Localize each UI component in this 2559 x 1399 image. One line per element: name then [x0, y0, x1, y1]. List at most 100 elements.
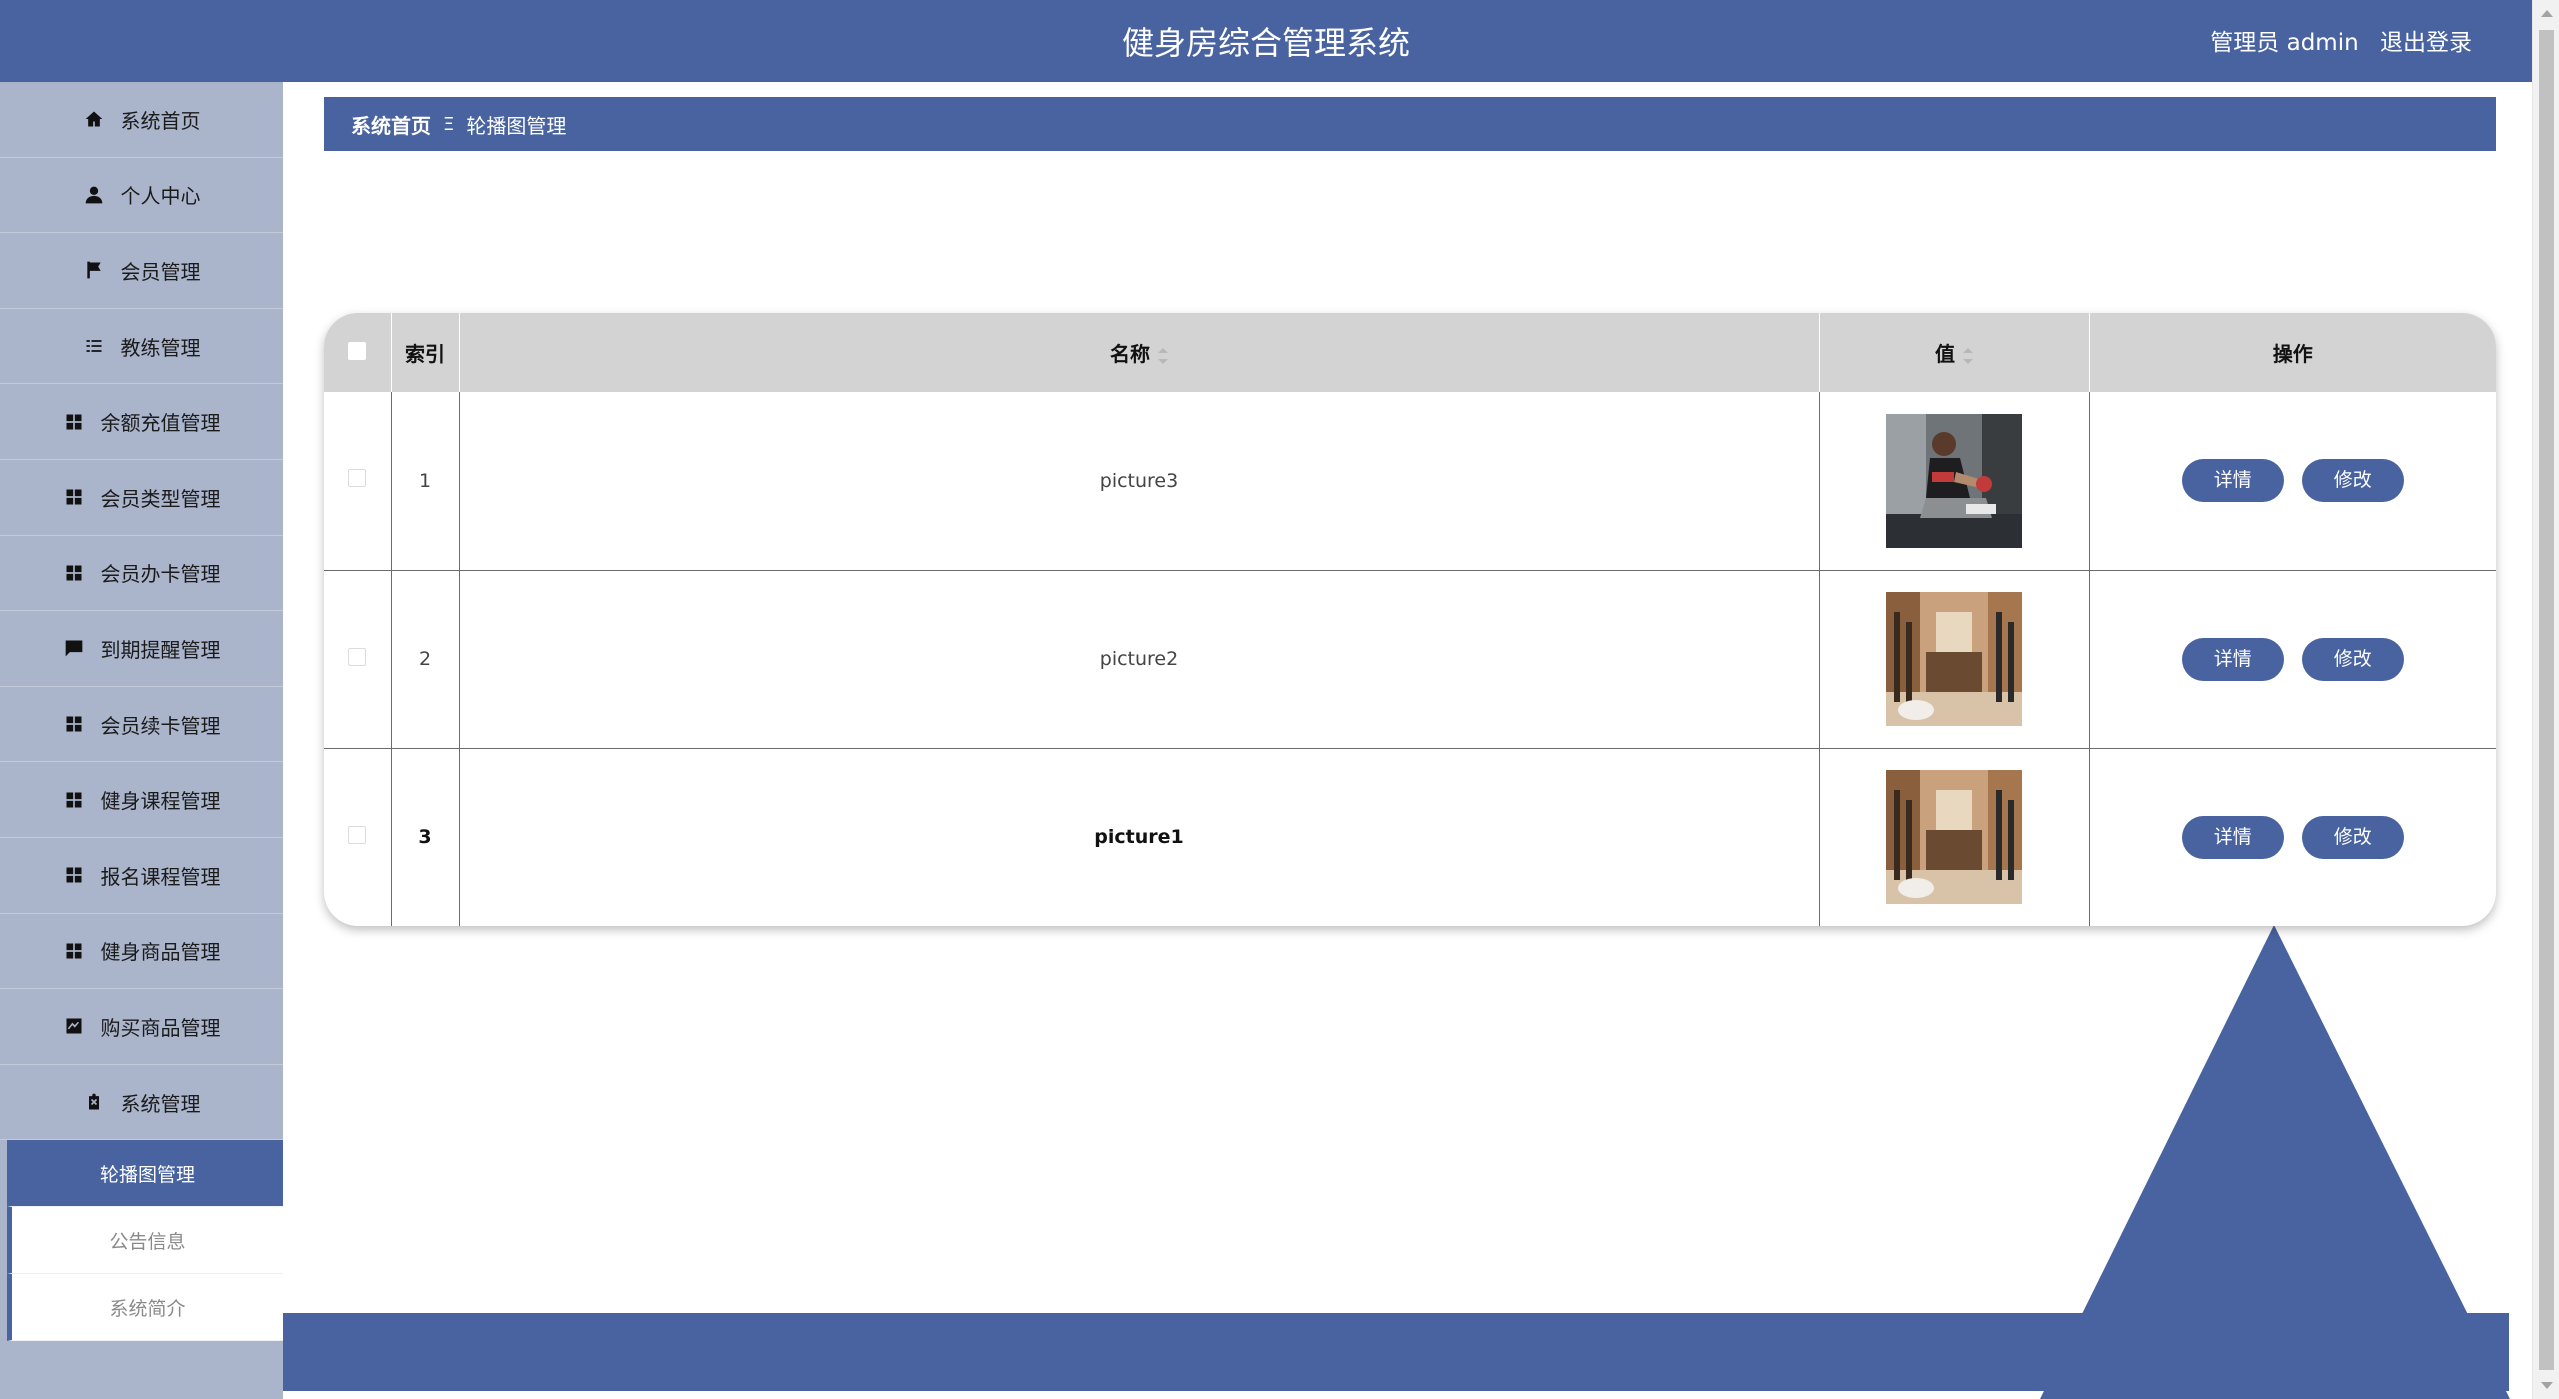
sidebar-item-course-enrollment[interactable]: 报名课程管理: [0, 838, 283, 914]
footer-bar: [283, 1313, 2509, 1391]
row-image-cell: [1819, 748, 2090, 926]
submenu-item-carousel[interactable]: 轮播图管理: [7, 1140, 283, 1208]
sort-icon[interactable]: [1158, 347, 1168, 364]
system-submenu: 轮播图管理 公告信息 系统简介: [0, 1140, 283, 1342]
sidebar-item-coaches[interactable]: 教练管理: [0, 309, 283, 385]
column-header-label: 索引: [405, 342, 445, 366]
sidebar-item-card-issuing[interactable]: 会员办卡管理: [0, 536, 283, 612]
sidebar-item-purchases[interactable]: 购买商品管理: [0, 989, 283, 1065]
detail-button[interactable]: 详情: [2181, 459, 2284, 503]
column-header-name[interactable]: 名称: [459, 313, 1820, 392]
column-header-index: 索引: [391, 313, 460, 392]
sidebar-item-label: 系统首页: [120, 108, 201, 133]
sidebar-item-profile[interactable]: 个人中心: [0, 158, 283, 234]
sidebar-item-members[interactable]: 会员管理: [0, 233, 283, 309]
breadcrumb-home[interactable]: 系统首页: [351, 110, 431, 139]
column-header-actions: 操作: [2089, 313, 2496, 392]
woman-boxing-photo[interactable]: [1886, 413, 2022, 548]
table-header-row: 索引 名称 值 操作: [324, 313, 2496, 392]
row-index: 3: [391, 748, 460, 926]
flag-icon: [83, 259, 105, 281]
page-scrollbar[interactable]: [2532, 0, 2559, 1399]
grid-icon: [63, 486, 85, 508]
submenu-item-label: 公告信息: [109, 1230, 186, 1253]
edit-button[interactable]: 修改: [2301, 637, 2404, 681]
grid-icon: [63, 789, 85, 811]
submenu-item-notices[interactable]: 公告信息: [7, 1207, 283, 1275]
column-header-label: 操作: [2272, 342, 2313, 366]
gym-interior-photo[interactable]: [1886, 592, 2022, 726]
sidebar-item-label: 个人中心: [120, 184, 201, 209]
edit-button[interactable]: 修改: [2301, 459, 2404, 503]
sidebar-item-label: 报名课程管理: [100, 864, 221, 889]
sidebar-item-products[interactable]: 健身商品管理: [0, 914, 283, 990]
row-checkbox[interactable]: [348, 825, 367, 844]
row-checkbox-cell: [324, 392, 392, 571]
sidebar-item-recharge[interactable]: 余额充值管理: [0, 384, 283, 460]
sidebar-item-label: 会员续卡管理: [100, 713, 221, 738]
column-header-value[interactable]: 值: [1819, 313, 2090, 392]
sidebar: 系统首页 个人中心 会员管理 教练管理 余额充值管理 会员类型管理 会员办卡管理: [0, 82, 283, 1399]
carousel-table-card: 索引 名称 值 操作 1 picture3 详情 修改 2 picture2 详…: [324, 313, 2496, 926]
clipboard-icon: [83, 1091, 105, 1113]
row-name: picture2: [459, 570, 1820, 749]
row-actions: 详情 修改: [2089, 748, 2496, 926]
app-title: 健身房综合管理系统: [1121, 24, 1410, 62]
row-index: 1: [391, 392, 460, 571]
column-header-label: 值: [1935, 342, 1955, 366]
breadcrumb-separator-icon: Ξ: [443, 113, 455, 135]
sidebar-item-courses[interactable]: 健身课程管理: [0, 762, 283, 838]
row-checkbox-cell: [324, 570, 392, 749]
sidebar-item-home[interactable]: 系统首页: [0, 82, 283, 158]
column-header-label: 名称: [1110, 342, 1150, 366]
grid-icon: [63, 562, 85, 584]
home-icon: [83, 108, 105, 130]
sidebar-item-label: 教练管理: [120, 335, 201, 360]
user-area: 管理员 admin 退出登录: [2210, 0, 2472, 82]
sidebar-item-card-renewal[interactable]: 会员续卡管理: [0, 687, 283, 763]
grid-icon: [63, 411, 85, 433]
row-checkbox[interactable]: [348, 469, 367, 488]
scroll-up-icon[interactable]: [2541, 10, 2553, 17]
grid-icon: [63, 713, 85, 735]
sidebar-item-label: 购买商品管理: [100, 1015, 221, 1040]
sidebar-item-system[interactable]: 系统管理: [0, 1065, 283, 1141]
detail-button[interactable]: 详情: [2181, 637, 2284, 681]
edit-button[interactable]: 修改: [2301, 815, 2404, 859]
app-root: 健身房综合管理系统 管理员 admin 退出登录 系统首页 个人中心 会员管理 …: [0, 0, 2559, 1399]
submenu-item-about[interactable]: 系统简介: [7, 1274, 283, 1342]
table-row: 3 picture1 详情 修改: [324, 748, 2496, 926]
detail-button[interactable]: 详情: [2181, 815, 2284, 859]
sidebar-item-label: 健身商品管理: [100, 940, 221, 965]
sidebar-item-label: 会员办卡管理: [100, 562, 221, 587]
sort-icon[interactable]: [1963, 347, 1973, 364]
row-image-cell: [1819, 392, 2090, 571]
select-all-cell: [324, 313, 392, 392]
table-row: 1 picture3 详情 修改: [324, 392, 2496, 571]
submenu-item-label: 轮播图管理: [99, 1163, 195, 1186]
row-actions: 详情 修改: [2089, 392, 2496, 571]
scrollbar-thumb[interactable]: [2539, 30, 2554, 1370]
top-header: 健身房综合管理系统 管理员 admin 退出登录: [0, 0, 2532, 82]
row-checkbox[interactable]: [348, 647, 367, 666]
row-name: picture3: [459, 392, 1820, 571]
row-actions: 详情 修改: [2089, 570, 2496, 749]
gym-interior-photo[interactable]: [1886, 770, 2022, 905]
row-name: picture1: [459, 748, 1820, 926]
sidebar-item-label: 健身课程管理: [100, 789, 221, 814]
grid-icon: [63, 940, 85, 962]
scroll-down-icon[interactable]: [2541, 1382, 2553, 1389]
chart-icon: [63, 1015, 85, 1037]
breadcrumb: 系统首页 Ξ 轮播图管理: [324, 97, 2496, 151]
logout-link[interactable]: 退出登录: [2380, 30, 2472, 56]
sidebar-item-label: 会员类型管理: [100, 486, 221, 511]
person-icon: [83, 184, 105, 206]
row-index: 2: [391, 570, 460, 749]
sidebar-item-expiry-reminders[interactable]: 到期提醒管理: [0, 611, 283, 687]
grid-icon: [63, 864, 85, 886]
select-all-checkbox[interactable]: [348, 341, 367, 360]
sidebar-item-label: 到期提醒管理: [100, 637, 221, 662]
sidebar-item-label: 会员管理: [120, 259, 201, 284]
row-image-cell: [1819, 570, 2090, 749]
sidebar-item-member-types[interactable]: 会员类型管理: [0, 460, 283, 536]
